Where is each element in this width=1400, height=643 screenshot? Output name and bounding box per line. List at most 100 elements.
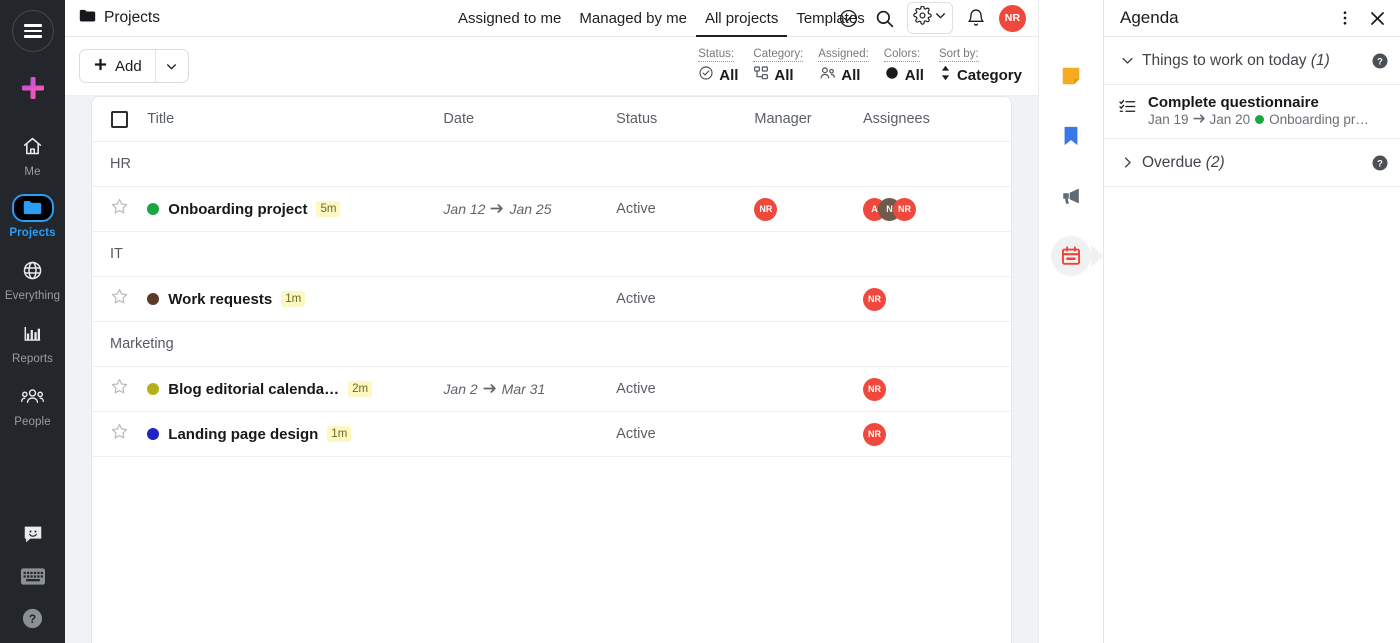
app-root: Me Projects Everything Reports People ? … xyxy=(0,0,1400,643)
row-title[interactable]: Work requests 1m xyxy=(147,291,443,308)
table-group-header[interactable]: IT xyxy=(92,232,1011,277)
add-button-label: Add xyxy=(115,57,142,75)
sidebar-item-label: Projects xyxy=(9,227,56,239)
megaphone-icon[interactable] xyxy=(1051,176,1091,216)
close-icon[interactable] xyxy=(1365,6,1389,30)
sidebar-item-me[interactable]: Me xyxy=(0,124,65,187)
agenda-title: Agenda xyxy=(1120,8,1179,27)
star-icon[interactable] xyxy=(110,422,129,446)
filter-category[interactable]: Category: All xyxy=(753,47,804,85)
svg-text:?: ? xyxy=(1377,56,1383,66)
globe-icon xyxy=(18,255,48,285)
row-assignees: NR xyxy=(862,377,1011,401)
calendar-icon[interactable] xyxy=(1051,236,1091,276)
sidebar-item-label: Reports xyxy=(12,353,53,365)
add-dropdown-button[interactable] xyxy=(156,50,188,82)
star-icon[interactable] xyxy=(110,377,129,401)
select-all-checkbox[interactable] xyxy=(111,110,129,128)
sticky-note-icon[interactable] xyxy=(1051,56,1091,96)
sidebar-item-reports[interactable]: Reports xyxy=(0,311,65,374)
row-title-text: Blog editorial calenda… xyxy=(168,380,340,398)
avatar[interactable]: NR xyxy=(862,377,886,401)
hamburger-icon[interactable] xyxy=(11,10,54,52)
row-star-cell xyxy=(92,287,147,311)
chevron-right-icon xyxy=(1118,155,1136,170)
avatar[interactable]: NR xyxy=(999,4,1026,32)
sidebar-item-people[interactable]: People xyxy=(0,374,65,437)
bookmark-icon[interactable] xyxy=(1051,116,1091,156)
agenda-task-title: Complete questionnaire xyxy=(1148,94,1319,111)
plus-icon[interactable] xyxy=(5,66,61,110)
agenda-section-today[interactable]: Things to work on today (1) ? xyxy=(1104,37,1400,85)
tab-templates[interactable]: Templates xyxy=(787,0,873,37)
people-icon xyxy=(818,65,836,85)
gear-icon xyxy=(913,5,932,30)
kebab-menu-icon[interactable] xyxy=(1333,6,1357,30)
agenda-section-overdue[interactable]: Overdue (2) ? xyxy=(1104,139,1400,187)
left-nav-rail: Me Projects Everything Reports People ? xyxy=(0,0,65,643)
breadcrumb[interactable]: Projects xyxy=(79,9,160,28)
star-icon[interactable] xyxy=(110,197,129,221)
chat-smiley-icon[interactable] xyxy=(20,521,46,547)
column-header-assignees[interactable]: Assignees xyxy=(863,111,1011,127)
avatar[interactable]: NR xyxy=(892,197,916,221)
row-title[interactable]: Onboarding project 5m xyxy=(147,201,443,218)
keyboard-icon[interactable] xyxy=(20,563,46,589)
column-header-title[interactable]: Title xyxy=(147,111,443,127)
agenda-task-item[interactable]: Complete questionnaire Jan 19 Jan 20 Onb… xyxy=(1104,85,1400,139)
column-header-status[interactable]: Status xyxy=(616,111,754,127)
arrow-right-icon xyxy=(1192,112,1206,127)
agenda-section-label: Things to work on today (1) xyxy=(1142,52,1330,70)
column-header-date[interactable]: Date xyxy=(443,111,616,127)
sidebar-item-everything[interactable]: Everything xyxy=(0,248,65,311)
svg-text:?: ? xyxy=(29,611,36,625)
avatar[interactable]: NR xyxy=(862,287,886,311)
filter-colors[interactable]: Colors: All xyxy=(883,47,924,85)
tab-managed-by-me[interactable]: Managed by me xyxy=(570,0,696,37)
add-button[interactable]: Add xyxy=(80,50,156,82)
row-assignees: NR xyxy=(862,422,1011,446)
project-color-dot xyxy=(147,203,160,215)
row-title-text: Landing page design xyxy=(168,425,319,443)
row-title[interactable]: Landing page design 1m xyxy=(147,426,443,443)
help-circle-icon[interactable]: ? xyxy=(1371,52,1389,70)
row-date-start: Jan 2 xyxy=(443,381,478,397)
table-row[interactable]: Work requests 1m Active NR xyxy=(92,277,1011,322)
avatar[interactable]: NR xyxy=(754,197,778,221)
column-header-manager[interactable]: Manager xyxy=(754,111,863,127)
help-circle-icon[interactable]: ? xyxy=(1371,154,1389,172)
chevron-down-icon xyxy=(167,63,177,69)
table-group-header[interactable]: HR xyxy=(92,142,1011,187)
table-header-row: Title Date Status Manager Assignees xyxy=(92,97,1011,142)
chevron-down-icon xyxy=(1118,53,1136,68)
row-date-end: Mar 31 xyxy=(501,381,546,397)
table-group-header[interactable]: Marketing xyxy=(92,322,1011,367)
help-circle-icon[interactable]: ? xyxy=(20,605,46,631)
tab-all-projects[interactable]: All projects xyxy=(695,0,788,37)
table-group-name: HR xyxy=(110,156,131,172)
filter-assigned[interactable]: Assigned: All xyxy=(818,47,869,85)
tab-assigned-to-me[interactable]: Assigned to me xyxy=(449,0,570,37)
filter-sort-by[interactable]: Sort by: Category xyxy=(938,47,1022,85)
row-manager: NR xyxy=(754,197,863,221)
select-all-cell xyxy=(92,110,147,128)
star-icon[interactable] xyxy=(110,287,129,311)
avatar[interactable]: NR xyxy=(862,422,886,446)
main-area: Projects Assigned to me Managed by me Al… xyxy=(65,0,1038,643)
search-icon[interactable] xyxy=(871,5,897,31)
arrow-right-icon xyxy=(483,381,497,397)
table-row[interactable]: Landing page design 1m Active NR xyxy=(92,412,1011,457)
bell-icon[interactable] xyxy=(963,5,989,31)
agenda-section-title: Overdue xyxy=(1142,153,1202,171)
agenda-task-date-start: Jan 19 xyxy=(1148,112,1189,127)
row-title[interactable]: Blog editorial calenda… 2m xyxy=(147,381,443,398)
table-row[interactable]: Onboarding project 5m Jan 12 Jan 25 Active NR… xyxy=(92,187,1011,232)
filter-status[interactable]: Status: All xyxy=(698,47,738,85)
table-row[interactable]: Blog editorial calenda… 2m Jan 2 Mar 31 Acti… xyxy=(92,367,1011,412)
project-color-dot xyxy=(147,383,160,395)
row-star-cell xyxy=(92,197,147,221)
project-color-dot xyxy=(1255,115,1265,124)
sidebar-item-projects[interactable]: Projects xyxy=(0,187,65,248)
settings-dropdown-button[interactable] xyxy=(907,2,953,34)
chevron-down-icon xyxy=(934,9,947,27)
